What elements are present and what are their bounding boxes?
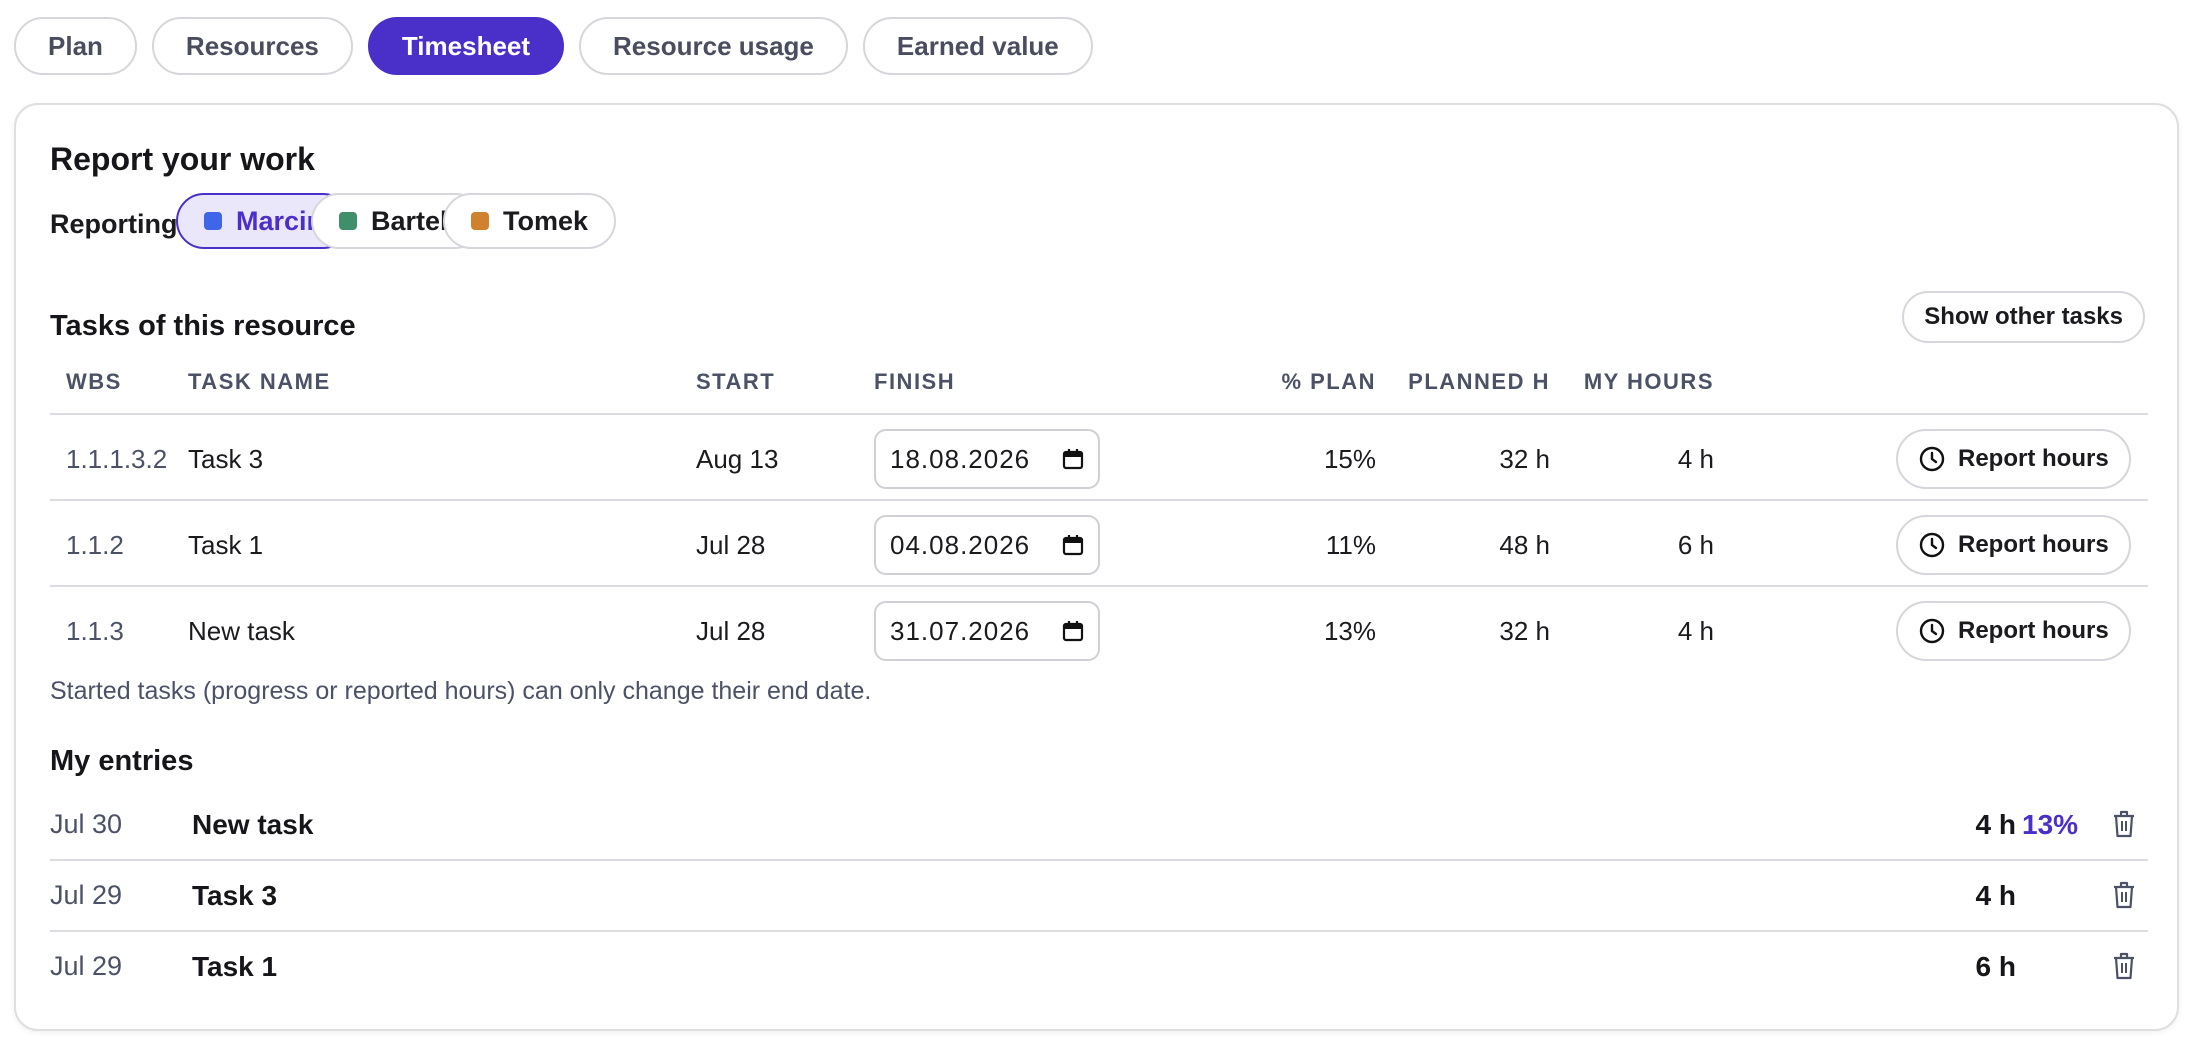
task-wbs: 1.1.2 (66, 530, 124, 560)
started-tasks-note: Started tasks (progress or reported hour… (50, 677, 872, 705)
tab-earned-value[interactable]: Earned value (862, 17, 1093, 75)
column-header-pct-plan: % PLAN (1281, 369, 1376, 394)
finish-date-value: 04.08.2026 (890, 529, 1031, 560)
delete-entry-icon[interactable] (2110, 951, 2138, 981)
task-planned-hours: 32 h (1499, 616, 1550, 646)
entry-date: Jul 30 (50, 809, 123, 839)
tasks-section-title: Tasks of this resource (50, 310, 356, 342)
tab-resources[interactable]: Resources (151, 17, 353, 75)
person-name: Marcin (236, 205, 324, 236)
entry-task: Task 3 (192, 880, 278, 911)
entry-task: Task 1 (192, 951, 278, 982)
task-wbs: 1.1.3 (66, 616, 124, 646)
report-hours-button[interactable]: Report hours (1896, 515, 2131, 575)
task-name: Task 3 (188, 444, 264, 474)
task-planned-hours: 32 h (1499, 444, 1550, 474)
entries-divider (50, 930, 2148, 932)
column-header-my-hours: MY HOURS (1583, 369, 1714, 394)
entry-task: New task (192, 809, 314, 840)
task-start: Jul 28 (696, 616, 766, 646)
task-pct-plan: 13% (1323, 616, 1376, 646)
show-other-tasks-button[interactable]: Show other tasks (1902, 291, 2145, 343)
task-my-hours: 4 h (1677, 444, 1714, 474)
report-hours-label: Report hours (1958, 531, 2109, 558)
table-header-divider (50, 413, 2148, 415)
entries-divider (50, 859, 2148, 861)
column-header-planned-h: PLANNED H (1408, 369, 1550, 394)
finish-date-value: 18.08.2026 (890, 443, 1031, 474)
table-row-divider (50, 585, 2148, 587)
calendar-icon[interactable] (1062, 620, 1084, 642)
report-hours-button[interactable]: Report hours (1896, 429, 2131, 489)
task-name: New task (188, 616, 295, 646)
task-name: Task 1 (188, 530, 264, 560)
calendar-icon[interactable] (1062, 448, 1084, 470)
clock-icon (1919, 532, 1945, 558)
finish-date-value: 31.07.2026 (890, 615, 1031, 646)
report-hours-label: Report hours (1958, 617, 2109, 644)
delete-entry-icon[interactable] (2110, 809, 2138, 839)
person-color-marker (339, 212, 357, 230)
person-color-marker (204, 212, 222, 230)
finish-date-input[interactable]: 18.08.2026 (874, 429, 1100, 489)
entries-section-title: My entries (50, 745, 194, 777)
report-hours-label: Report hours (1958, 445, 2109, 472)
column-header-start: START (696, 369, 776, 394)
delete-entry-icon[interactable] (2110, 880, 2138, 910)
task-start: Jul 28 (696, 530, 766, 560)
tab-resource-usage[interactable]: Resource usage (579, 17, 848, 75)
person-name: Tomek (503, 205, 589, 236)
tab-timesheet[interactable]: Timesheet (367, 17, 565, 75)
task-planned-hours: 48 h (1499, 530, 1550, 560)
clock-icon (1919, 446, 1945, 472)
timesheet-card: Report your work Reporting as: Marcin Ba… (14, 103, 2179, 1031)
report-hours-button[interactable]: Report hours (1896, 601, 2131, 661)
clock-icon (1919, 618, 1945, 644)
entry-date: Jul 29 (50, 880, 123, 910)
entry-date: Jul 29 (50, 951, 123, 981)
task-my-hours: 6 h (1677, 530, 1714, 560)
calendar-icon[interactable] (1062, 534, 1084, 556)
report-title: Report your work (50, 141, 315, 177)
table-row-divider (50, 499, 2148, 501)
column-header-task-name: TASK NAME (188, 369, 331, 394)
person-color-marker (471, 212, 489, 230)
entry-hours: 4 h (1975, 880, 2016, 911)
entry-hours: 6 h (1975, 951, 2016, 982)
person-chip-tomek[interactable]: Tomek (443, 193, 617, 249)
finish-date-input[interactable]: 31.07.2026 (874, 601, 1100, 661)
task-pct-plan: 11% (1325, 530, 1376, 560)
task-my-hours: 4 h (1677, 616, 1714, 646)
task-pct-plan: 15% (1323, 444, 1376, 474)
entry-progress: 13% (2022, 809, 2079, 840)
column-header-wbs: WBS (66, 369, 122, 394)
column-header-finish: FINISH (874, 369, 956, 394)
finish-date-input[interactable]: 04.08.2026 (874, 515, 1100, 575)
task-start: Aug 13 (696, 444, 779, 474)
view-tabs: Plan Resources Timesheet Resource usage … (14, 17, 1093, 75)
task-wbs: 1.1.1.3.2 (66, 444, 168, 474)
tab-plan[interactable]: Plan (14, 17, 137, 75)
entry-hours: 4 h (1975, 809, 2016, 840)
